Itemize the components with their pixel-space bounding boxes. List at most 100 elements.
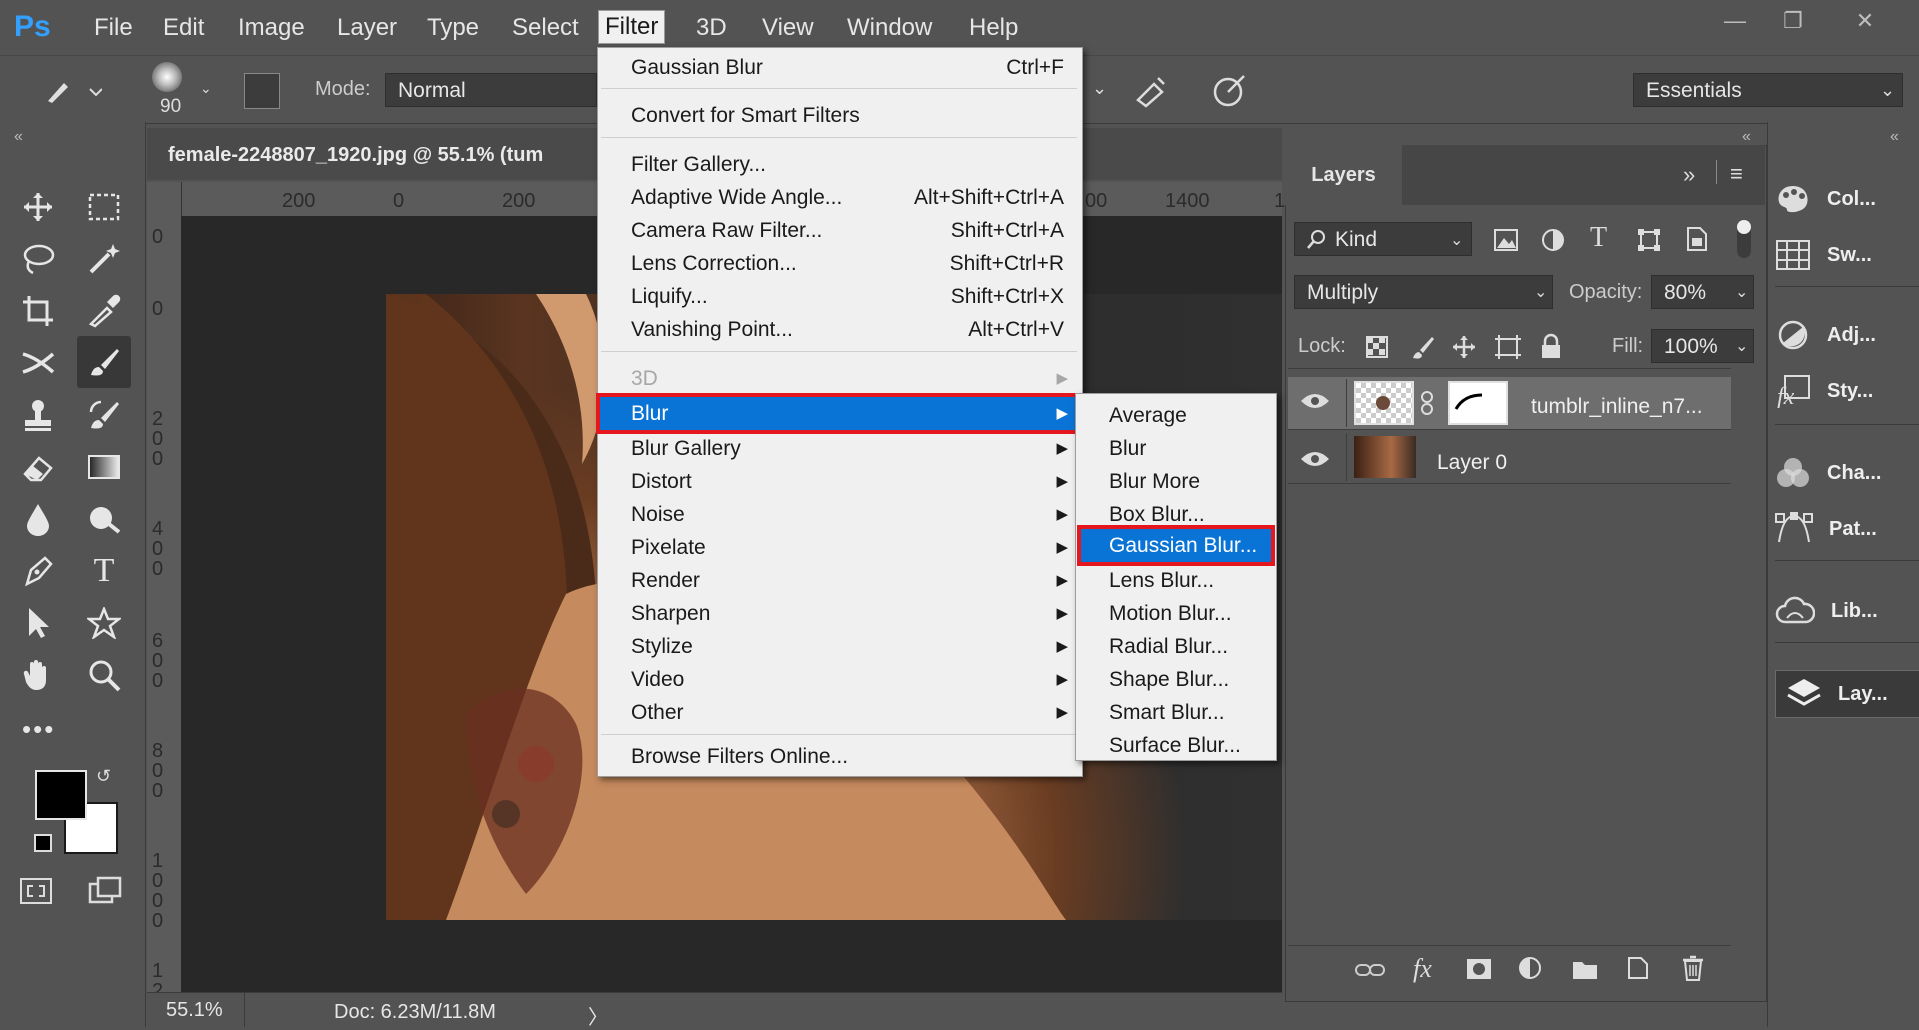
filter-smart-object-icon[interactable] — [1684, 226, 1708, 252]
workspace-chevron-icon[interactable]: ⌄ — [1880, 80, 1895, 101]
eraser-tool-icon[interactable] — [17, 446, 59, 488]
visibility-eye-icon[interactable] — [1300, 450, 1330, 468]
minimize-icon[interactable]: — — [1713, 6, 1757, 36]
menu-item-distort[interactable]: Distort ▶ — [598, 465, 1082, 498]
menu-item-adaptive-wide-angle[interactable]: Adaptive Wide Angle... Alt+Shift+Ctrl+A — [598, 181, 1082, 214]
brush-tool-icon[interactable] — [77, 336, 131, 388]
swap-colors-icon[interactable]: ↺ — [96, 766, 111, 787]
menu-type[interactable]: Type — [421, 12, 485, 44]
filter-shape-icon[interactable] — [1637, 228, 1661, 252]
lasso-tool-icon[interactable] — [17, 238, 59, 280]
layer-mask-thumbnail[interactable] — [1448, 381, 1508, 425]
tab-layers[interactable]: Layers — [1285, 145, 1402, 205]
menu-filter[interactable]: Filter — [598, 10, 666, 44]
pressure-size-icon[interactable] — [1210, 70, 1250, 110]
clone-stamp-tool-icon[interactable] — [17, 394, 59, 436]
menu-item-blur[interactable]: Blur ▶ — [596, 393, 1084, 434]
menu-window[interactable]: Window — [841, 12, 938, 44]
mask-link-icon[interactable] — [1420, 390, 1434, 416]
eyedropper-tool-icon[interactable] — [83, 290, 125, 332]
hand-tool-icon[interactable] — [17, 654, 59, 696]
lock-artboard-icon[interactable] — [1494, 334, 1522, 360]
mode-select[interactable]: Normal — [385, 73, 597, 107]
submenu-item-surface-blur[interactable]: Surface Blur... — [1076, 729, 1276, 762]
brush-tool-preset-icon[interactable] — [42, 75, 102, 105]
visibility-eye-icon[interactable] — [1300, 392, 1330, 410]
menu-select[interactable]: Select — [506, 12, 585, 44]
menu-item-video[interactable]: Video ▶ — [598, 663, 1082, 696]
path-selection-tool-icon[interactable] — [17, 602, 59, 644]
screen-mode-icon[interactable] — [88, 876, 124, 904]
submenu-item-radial-blur[interactable]: Radial Blur... — [1076, 630, 1276, 663]
new-adjustment-layer-icon[interactable] — [1518, 956, 1542, 980]
blend-mode-select[interactable]: Multiply — [1294, 275, 1553, 309]
layer-thumbnail[interactable] — [1354, 436, 1416, 478]
panel-adjustments[interactable]: Adj... — [1775, 312, 1919, 358]
menu-item-lens-correction[interactable]: Lens Correction... Shift+Ctrl+R — [598, 247, 1082, 280]
menu-item-blur-gallery[interactable]: Blur Gallery ▶ — [598, 432, 1082, 465]
status-menu-arrow-icon[interactable]: 〉 — [588, 1001, 608, 1030]
menu-item-render[interactable]: Render ▶ — [598, 564, 1082, 597]
lock-all-icon[interactable] — [1540, 333, 1562, 359]
menu-item-camera-raw[interactable]: Camera Raw Filter... Shift+Ctrl+A — [598, 214, 1082, 247]
brush-picker-chevron-icon[interactable]: ⌄ — [200, 80, 212, 97]
panel-color[interactable]: Col... — [1775, 176, 1919, 222]
collapse-panel-icon[interactable]: « — [14, 128, 23, 146]
filter-pixel-icon[interactable] — [1493, 228, 1519, 252]
filter-type-icon[interactable]: T — [1590, 222, 1607, 254]
menu-item-convert-smart-filters[interactable]: Convert for Smart Filters — [598, 99, 1082, 132]
menu-item-other[interactable]: Other ▶ — [598, 696, 1082, 729]
fill-chevron-icon[interactable]: ⌄ — [1735, 336, 1748, 356]
submenu-item-gaussian-blur[interactable]: Gaussian Blur... — [1077, 525, 1275, 566]
menu-help[interactable]: Help — [963, 12, 1024, 44]
filter-toggle-switch[interactable] — [1737, 220, 1751, 258]
pen-tool-icon[interactable] — [17, 550, 59, 592]
panel-paths[interactable]: Pat... — [1775, 506, 1919, 552]
flow-chevron-icon[interactable]: ⌄ — [1092, 78, 1107, 99]
menu-item-browse-filters-online[interactable]: Browse Filters Online... — [598, 740, 1082, 773]
custom-shape-tool-icon[interactable] — [83, 602, 125, 644]
workspace-select[interactable]: Essentials — [1633, 73, 1903, 107]
opacity-chevron-icon[interactable]: ⌄ — [1735, 282, 1748, 302]
menu-item-last-filter[interactable]: Gaussian Blur Ctrl+F — [598, 51, 1082, 84]
lock-pixels-icon[interactable] — [1409, 334, 1435, 360]
panel-expand-icon[interactable]: » — [1683, 162, 1695, 188]
link-layers-icon[interactable] — [1355, 962, 1385, 978]
submenu-item-shape-blur[interactable]: Shape Blur... — [1076, 663, 1276, 696]
new-layer-icon[interactable] — [1627, 956, 1649, 980]
menu-item-liquify[interactable]: Liquify... Shift+Ctrl+X — [598, 280, 1082, 313]
panel-layers[interactable]: Lay... — [1775, 670, 1919, 718]
menu-item-sharpen[interactable]: Sharpen ▶ — [598, 597, 1082, 630]
lock-transparent-icon[interactable] — [1366, 336, 1388, 358]
brush-panel-toggle-icon[interactable] — [244, 73, 280, 109]
blend-chevron-icon[interactable]: ⌄ — [1534, 282, 1547, 302]
menu-item-noise[interactable]: Noise ▶ — [598, 498, 1082, 531]
zoom-level[interactable]: 55.1% — [166, 999, 223, 1022]
type-tool-icon[interactable]: T — [83, 550, 125, 592]
crop-tool-icon[interactable] — [17, 290, 59, 332]
menu-item-pixelate[interactable]: Pixelate ▶ — [598, 531, 1082, 564]
submenu-item-smart-blur[interactable]: Smart Blur... — [1076, 696, 1276, 729]
magic-wand-tool-icon[interactable] — [83, 238, 125, 280]
quick-mask-icon[interactable] — [20, 878, 52, 904]
collapse-dock-icon[interactable]: « — [1742, 128, 1751, 146]
menu-image[interactable]: Image — [232, 12, 311, 44]
panel-swatches[interactable]: Sw... — [1775, 232, 1919, 278]
submenu-item-blur-more[interactable]: Blur More — [1076, 465, 1276, 498]
gradient-tool-icon[interactable] — [83, 446, 125, 488]
filter-adjustment-icon[interactable] — [1541, 228, 1565, 252]
layer-name[interactable]: Layer 0 — [1437, 451, 1507, 475]
layer-thumbnail[interactable] — [1354, 381, 1414, 425]
menu-layer[interactable]: Layer — [331, 12, 403, 44]
new-group-folder-icon[interactable] — [1572, 958, 1598, 980]
history-brush-tool-icon[interactable] — [83, 394, 125, 436]
move-tool-icon[interactable] — [17, 186, 59, 228]
menu-item-filter-gallery[interactable]: Filter Gallery... — [598, 148, 1082, 181]
zoom-tool-icon[interactable] — [83, 654, 125, 696]
close-icon[interactable]: ✕ — [1843, 6, 1887, 36]
add-mask-icon[interactable] — [1466, 958, 1492, 980]
submenu-item-lens-blur[interactable]: Lens Blur... — [1076, 564, 1276, 597]
panel-styles[interactable]: fx Sty... — [1775, 368, 1919, 414]
layer-name[interactable]: tumblr_inline_n7... — [1531, 395, 1703, 419]
brush-preview-icon[interactable] — [152, 62, 182, 92]
